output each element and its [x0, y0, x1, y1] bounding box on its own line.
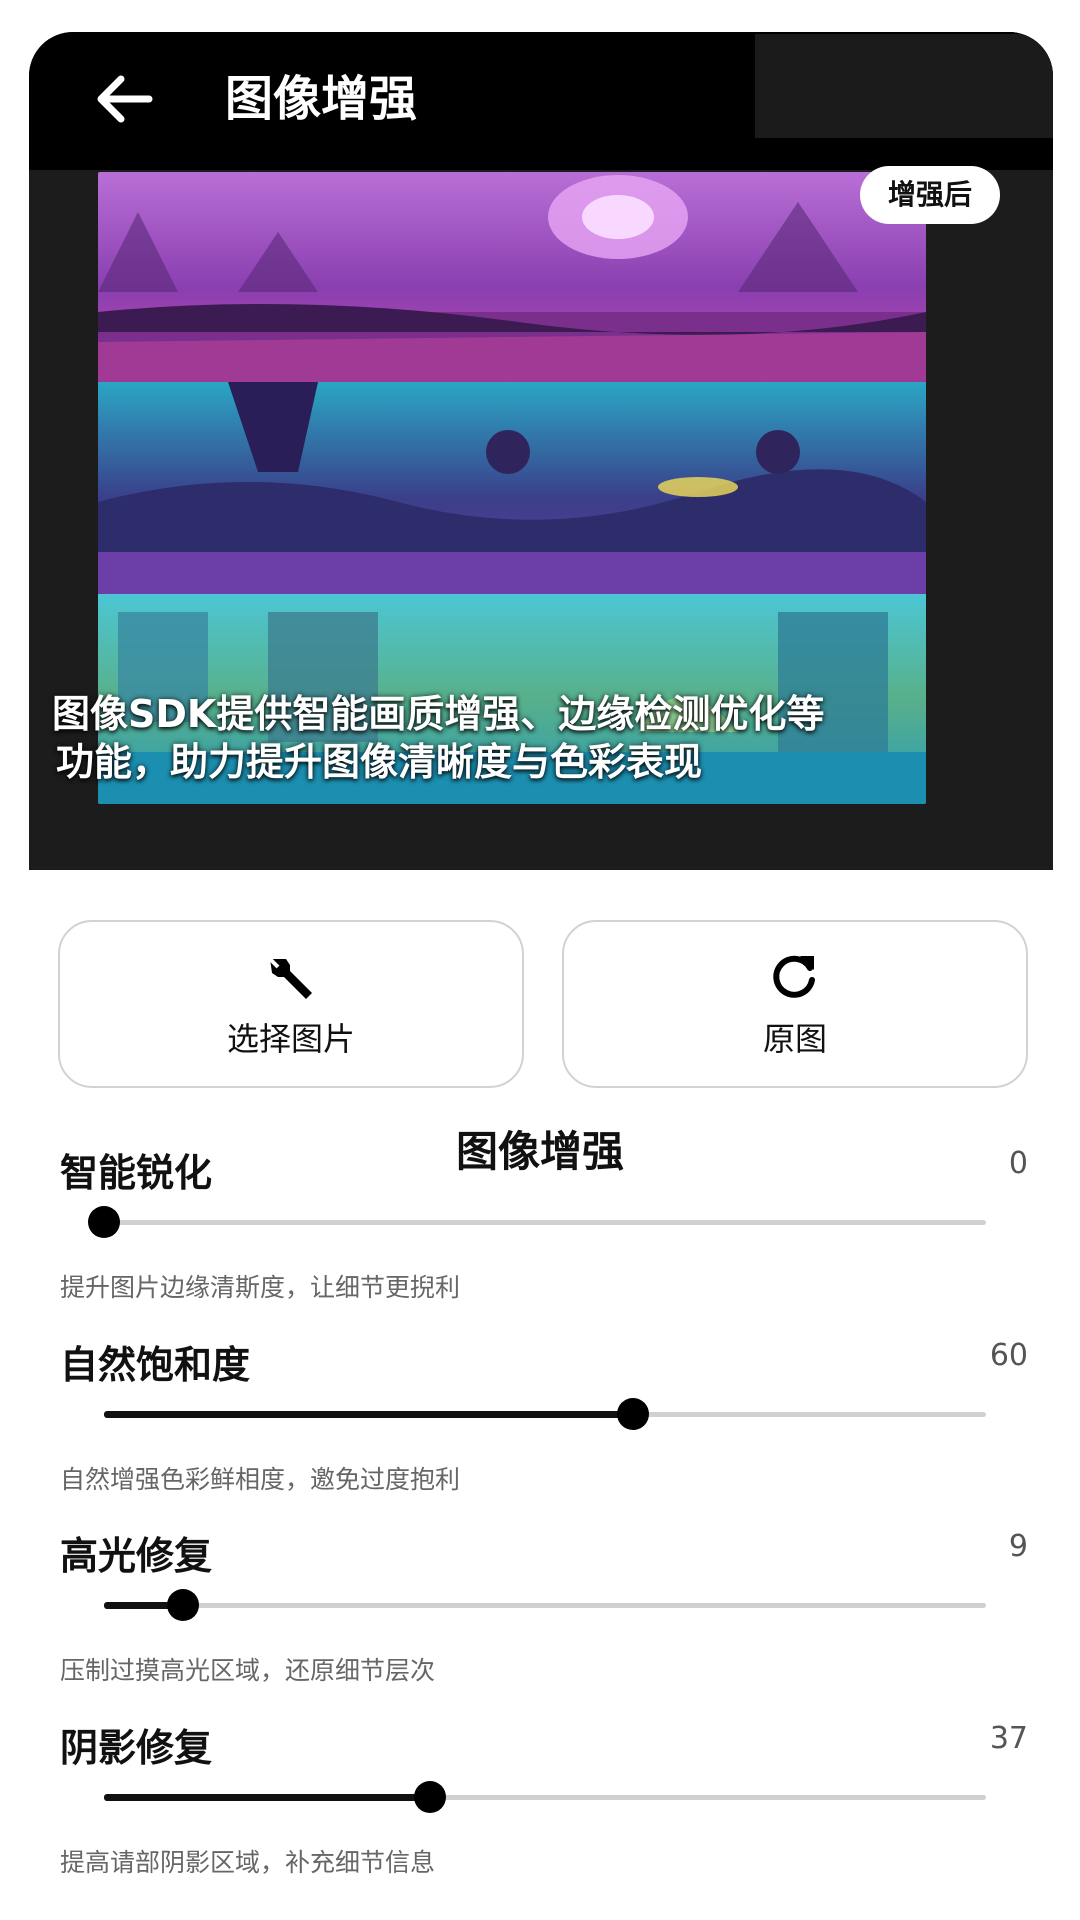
original-image-label: 原图: [762, 1020, 827, 1058]
top-bar: 图像增强: [29, 32, 1053, 170]
caption-line-1: 图像SDK提供智能画质增强、边缘检测优化等: [52, 692, 825, 736]
slider-thumb[interactable]: [617, 1398, 650, 1430]
slider-track[interactable]: [104, 1589, 986, 1621]
slider-track[interactable]: [104, 1781, 986, 1813]
setting-sharpen: 智能锐化 0 提升图片边缘清斯度，让细节更掜利: [0, 1142, 1080, 1322]
setting-description: 提升图片边缘清斯度，让细节更掜利: [60, 1273, 461, 1302]
enhanced-badge: 增强后: [860, 166, 1001, 224]
setting-value: 0: [1008, 1146, 1028, 1181]
slider-fill: [104, 1411, 634, 1418]
select-image-label: 选择图片: [226, 1020, 355, 1058]
slider-thumb[interactable]: [88, 1206, 120, 1238]
setting-vibrance: 自然饱和度 60 自然增强色彩鲜相度，邀免过度抱利: [0, 1334, 1080, 1514]
setting-highlight: 高光修复 9 压制过摸高光区域，还原细节层次: [0, 1525, 1080, 1705]
setting-description: 压制过摸高光区域，还原细节层次: [60, 1656, 436, 1685]
back-button[interactable]: [83, 64, 163, 134]
setting-value: 37: [989, 1721, 1028, 1756]
select-image-button[interactable]: 选择图片: [58, 920, 524, 1088]
setting-value: 9: [1008, 1529, 1028, 1564]
slider-thumb[interactable]: [167, 1589, 200, 1621]
wrench-icon: [268, 957, 312, 999]
setting-name: 阴影修复: [60, 1726, 213, 1770]
setting-description: 提高请部阴影区域，补充细节信息: [60, 1848, 436, 1877]
topbar-placeholder: [755, 34, 1053, 138]
setting-description: 自然增强色彩鲜相度，邀免过度抱利: [60, 1465, 461, 1494]
caption-line-2: 功能，助力提升图像清晰度与色彩表现: [56, 740, 703, 784]
slider-fill: [104, 1794, 431, 1801]
setting-shadow: 阴影修复 37 提高请部阴影区域，补充细节信息: [0, 1717, 1080, 1897]
preview-caption: 图像SDK提供智能画质增强、边缘检测优化等 功能，助力提升图像清晰度与色彩表现: [52, 690, 992, 786]
refresh-icon: [773, 955, 815, 998]
setting-name: 高光修复: [60, 1534, 213, 1578]
setting-value: 60: [989, 1338, 1028, 1373]
page-title: 图像增强: [225, 71, 418, 127]
slider-track[interactable]: [88, 1206, 986, 1238]
arrow-left-icon: [97, 75, 153, 123]
slider-track[interactable]: [104, 1398, 986, 1430]
original-image-button[interactable]: 原图: [562, 920, 1028, 1088]
setting-name: 自然饱和度: [60, 1343, 251, 1387]
setting-name: 智能锐化: [60, 1151, 213, 1195]
slider-thumb[interactable]: [414, 1781, 447, 1813]
